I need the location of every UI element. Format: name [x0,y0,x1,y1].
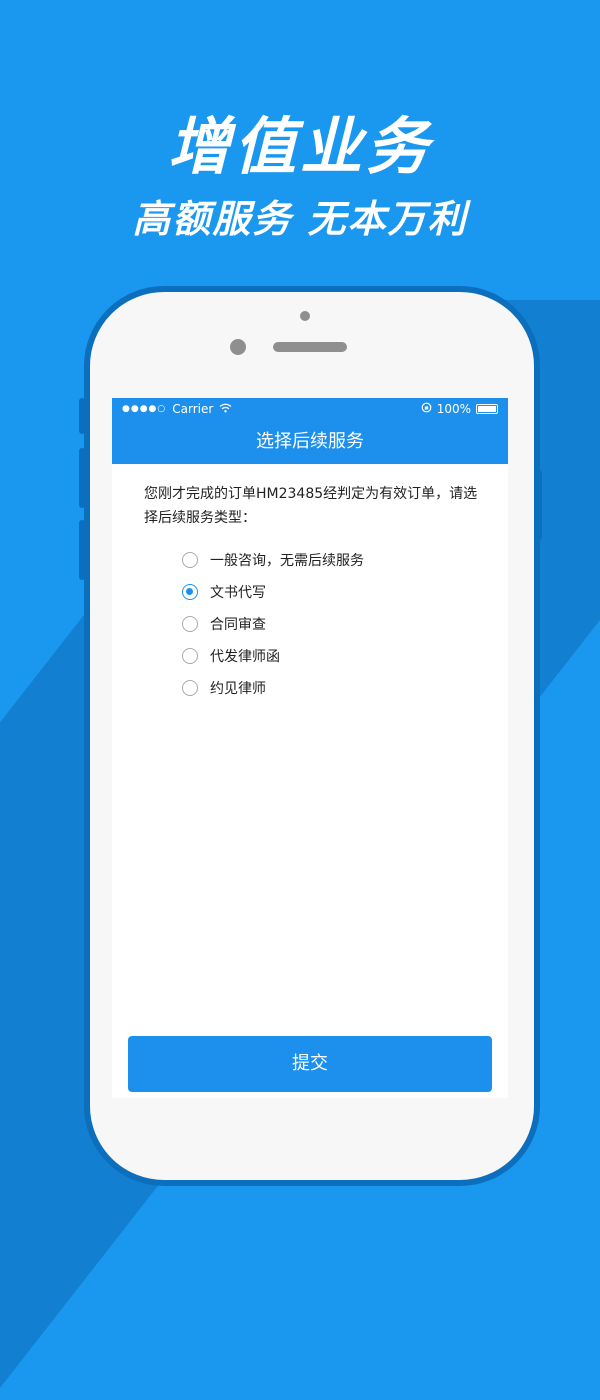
submit-button[interactable]: 提交 [128,1036,492,1092]
radio-icon[interactable] [182,648,198,664]
phone-power-button [536,470,542,540]
wifi-icon [219,403,232,416]
phone-camera [300,311,310,321]
nav-title: 选择后续服务 [112,420,508,464]
option-document-writing[interactable]: 文书代写 [182,576,508,608]
radio-icon[interactable] [182,616,198,632]
option-lawyer-letter[interactable]: 代发律师函 [182,640,508,672]
phone-side-button [79,398,85,434]
phone-volume-down [79,520,85,580]
phone-volume-up [79,448,85,508]
app-screen: ●●●●○ Carrier 100% 选择后续服务 您刚才完成的订单HM2348… [112,398,508,1098]
option-meet-lawyer[interactable]: 约见律师 [182,672,508,704]
phone-sensor [230,339,246,355]
promo-subheadline: 高额服务 无本万利 [132,197,468,241]
option-label: 约见律师 [210,681,266,697]
carrier-label: Carrier [172,402,214,416]
option-label: 合同审查 [210,617,266,633]
service-options: 一般咨询，无需后续服务 文书代写 合同审查 代发律师函 约见律师 [112,544,508,704]
phone-speaker [273,342,347,352]
option-label: 一般咨询，无需后续服务 [210,553,364,569]
battery-icon [476,404,498,414]
option-label: 文书代写 [210,585,266,601]
option-label: 代发律师函 [210,649,280,665]
signal-icon: ●●●●○ [122,404,167,414]
status-bar: ●●●●○ Carrier 100% [112,398,508,420]
status-right: 100% [421,402,498,416]
radio-icon[interactable] [182,680,198,696]
option-contract-review[interactable]: 合同审查 [182,608,508,640]
radio-checked-icon[interactable] [182,584,198,600]
rotation-lock-icon [421,402,432,416]
battery-percent: 100% [436,402,471,416]
promo-headline: 增值业务 [167,110,432,183]
option-general-consult[interactable]: 一般咨询，无需后续服务 [182,544,508,576]
order-description: 您刚才完成的订单HM23485经判定为有效订单，请选择后续服务类型： [144,486,478,526]
radio-icon[interactable] [182,552,198,568]
